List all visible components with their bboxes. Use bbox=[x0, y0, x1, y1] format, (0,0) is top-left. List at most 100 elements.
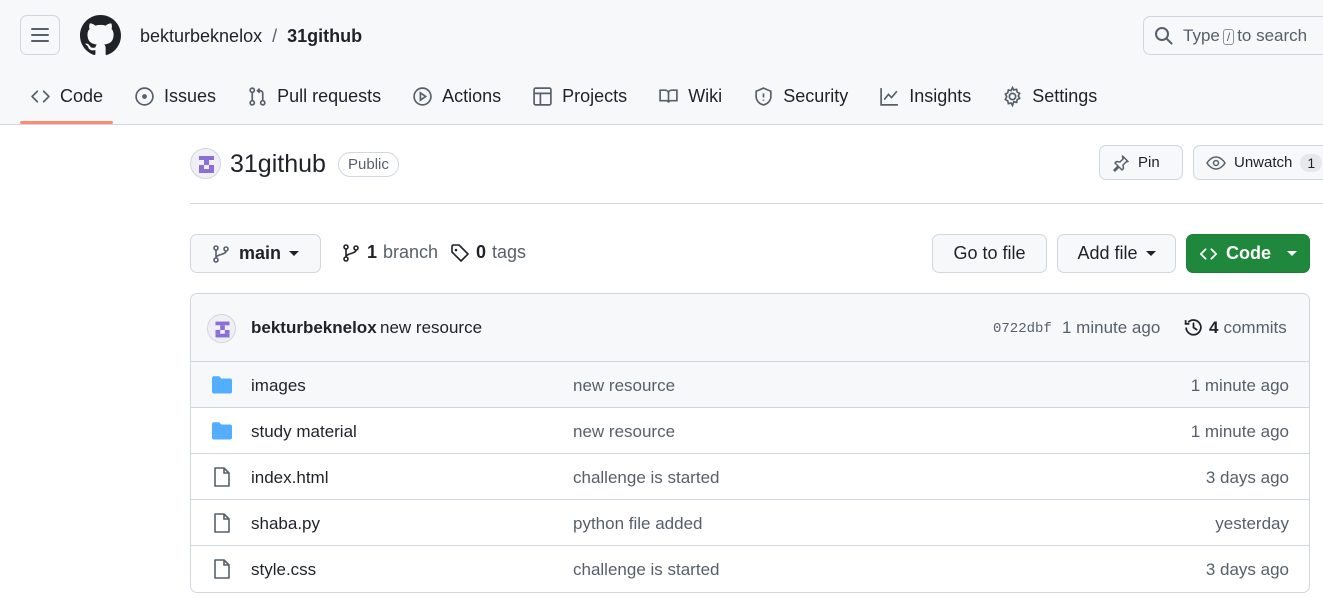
tab-pull-requests[interactable]: Pull requests bbox=[237, 74, 391, 118]
hamburger-icon bbox=[31, 28, 49, 42]
code-label: Code bbox=[1226, 243, 1271, 263]
file-icon bbox=[214, 513, 230, 533]
owner-link[interactable]: bekturbeknelox bbox=[140, 24, 262, 48]
eye-icon bbox=[1206, 155, 1226, 170]
file-commit-message[interactable]: new resource bbox=[573, 376, 675, 396]
file-name[interactable]: shaba.py bbox=[251, 514, 320, 534]
pin-label: Pin bbox=[1138, 154, 1160, 171]
tab-actions[interactable]: Actions bbox=[402, 74, 511, 118]
add-file-label: Add file bbox=[1077, 243, 1138, 263]
menu-button[interactable] bbox=[20, 15, 60, 55]
file-name[interactable]: style.css bbox=[251, 560, 316, 580]
search-input[interactable]: Type / to search bbox=[1143, 16, 1323, 55]
tab-issues[interactable]: Issues bbox=[124, 74, 226, 118]
graph-icon bbox=[880, 87, 899, 106]
chevron-down-icon bbox=[289, 251, 300, 256]
file-icon bbox=[214, 467, 230, 487]
breadcrumb-separator: / bbox=[272, 26, 278, 46]
tab-label: Security bbox=[783, 85, 849, 106]
branch-count: 1 bbox=[367, 242, 378, 262]
tag-count: 0 bbox=[476, 242, 487, 262]
file-commit-time: 3 days ago bbox=[1205, 468, 1289, 487]
file-row[interactable]: study material new resource 1 minute ago bbox=[191, 408, 1309, 454]
divider bbox=[190, 203, 1323, 204]
file-commit-message[interactable]: challenge is started bbox=[573, 560, 719, 580]
repo-link[interactable]: 31github bbox=[287, 24, 362, 48]
pin-icon bbox=[1113, 154, 1129, 172]
commit-author-avatar[interactable] bbox=[207, 314, 236, 343]
breadcrumb: bekturbeknelox / 31github bbox=[140, 24, 362, 48]
folder-icon bbox=[212, 376, 232, 394]
history-icon bbox=[1184, 319, 1202, 336]
play-icon bbox=[413, 86, 432, 106]
file-row[interactable]: style.css challenge is started 3 days ago bbox=[191, 546, 1309, 592]
file-commit-message[interactable]: python file added bbox=[573, 514, 703, 534]
search-icon bbox=[1155, 26, 1173, 44]
identicon-icon bbox=[215, 321, 230, 338]
tab-label: Projects bbox=[562, 85, 628, 106]
github-logo-icon[interactable] bbox=[80, 15, 121, 56]
pin-button[interactable]: Pin bbox=[1099, 145, 1183, 180]
active-tab-indicator bbox=[20, 121, 114, 124]
issue-icon bbox=[135, 86, 154, 106]
file-commit-message[interactable]: new resource bbox=[573, 422, 675, 442]
file-name[interactable]: images bbox=[251, 376, 306, 396]
search-placeholder: Type / to search bbox=[1183, 25, 1308, 45]
file-commit-time: 1 minute ago bbox=[1190, 376, 1289, 395]
tags-link[interactable]: 0 tags bbox=[450, 242, 526, 263]
tab-label: Insights bbox=[909, 85, 972, 106]
tab-label: Pull requests bbox=[277, 85, 382, 106]
table-icon bbox=[533, 86, 552, 106]
tab-label: Wiki bbox=[688, 85, 723, 106]
tab-label: Issues bbox=[164, 85, 217, 106]
chevron-down-icon bbox=[1287, 251, 1297, 256]
tab-insights[interactable]: Insights bbox=[869, 74, 981, 118]
file-name[interactable]: study material bbox=[251, 422, 357, 442]
file-commit-time: 3 days ago bbox=[1205, 560, 1289, 579]
commits-link[interactable]: 4 commits bbox=[1183, 317, 1287, 338]
book-icon bbox=[659, 88, 678, 103]
commit-author[interactable]: bekturbeknelox bbox=[251, 318, 377, 338]
tab-label: Code bbox=[60, 85, 104, 106]
watch-count: 1 bbox=[1300, 153, 1323, 172]
add-file-button[interactable]: Add file bbox=[1057, 234, 1176, 273]
go-to-file-button[interactable]: Go to file bbox=[932, 234, 1047, 273]
repo-nav-tabs: Code Issues Pull requests Actions Projec… bbox=[20, 74, 1118, 124]
commit-time: 1 minute ago bbox=[1062, 318, 1161, 337]
file-row[interactable]: index.html challenge is started 3 days ago bbox=[191, 454, 1309, 500]
pull-request-icon bbox=[249, 86, 266, 106]
tab-security[interactable]: Security bbox=[743, 74, 858, 118]
slash-key-hint: / bbox=[1222, 28, 1235, 45]
tag-icon bbox=[451, 243, 469, 262]
file-row[interactable]: images new resource 1 minute ago bbox=[191, 362, 1309, 408]
code-button[interactable]: Code bbox=[1186, 234, 1310, 273]
code-icon bbox=[31, 89, 50, 103]
identicon-icon bbox=[199, 156, 214, 173]
file-icon bbox=[214, 559, 230, 579]
tab-code[interactable]: Code bbox=[20, 74, 114, 124]
code-icon bbox=[1200, 247, 1217, 260]
commit-sha[interactable]: 0722dbf bbox=[993, 321, 1052, 337]
repo-title[interactable]: 31github bbox=[230, 149, 326, 179]
file-commit-message[interactable]: challenge is started bbox=[573, 468, 719, 488]
unwatch-button[interactable]: Unwatch 1 bbox=[1193, 145, 1323, 180]
branch-name: main bbox=[239, 243, 282, 263]
commit-count: 4 bbox=[1209, 317, 1219, 337]
tag-word: tags bbox=[492, 242, 527, 262]
file-name[interactable]: index.html bbox=[251, 468, 328, 488]
shield-icon bbox=[755, 86, 772, 106]
branch-icon bbox=[213, 244, 229, 263]
tab-wiki[interactable]: Wiki bbox=[648, 74, 732, 118]
branch-word: branch bbox=[383, 242, 439, 262]
tab-settings[interactable]: Settings bbox=[992, 74, 1107, 118]
branch-selector[interactable]: main bbox=[190, 234, 321, 273]
commit-message[interactable]: new resource bbox=[380, 318, 482, 338]
commit-count-word: commits bbox=[1223, 317, 1287, 337]
chevron-down-icon bbox=[1145, 251, 1156, 256]
gear-icon bbox=[1004, 85, 1022, 107]
branches-link[interactable]: 1 branch bbox=[341, 242, 438, 263]
tab-projects[interactable]: Projects bbox=[522, 74, 637, 118]
folder-icon bbox=[212, 422, 232, 440]
repo-owner-avatar bbox=[190, 148, 221, 179]
file-row[interactable]: shaba.py python file added yesterday bbox=[191, 500, 1309, 546]
